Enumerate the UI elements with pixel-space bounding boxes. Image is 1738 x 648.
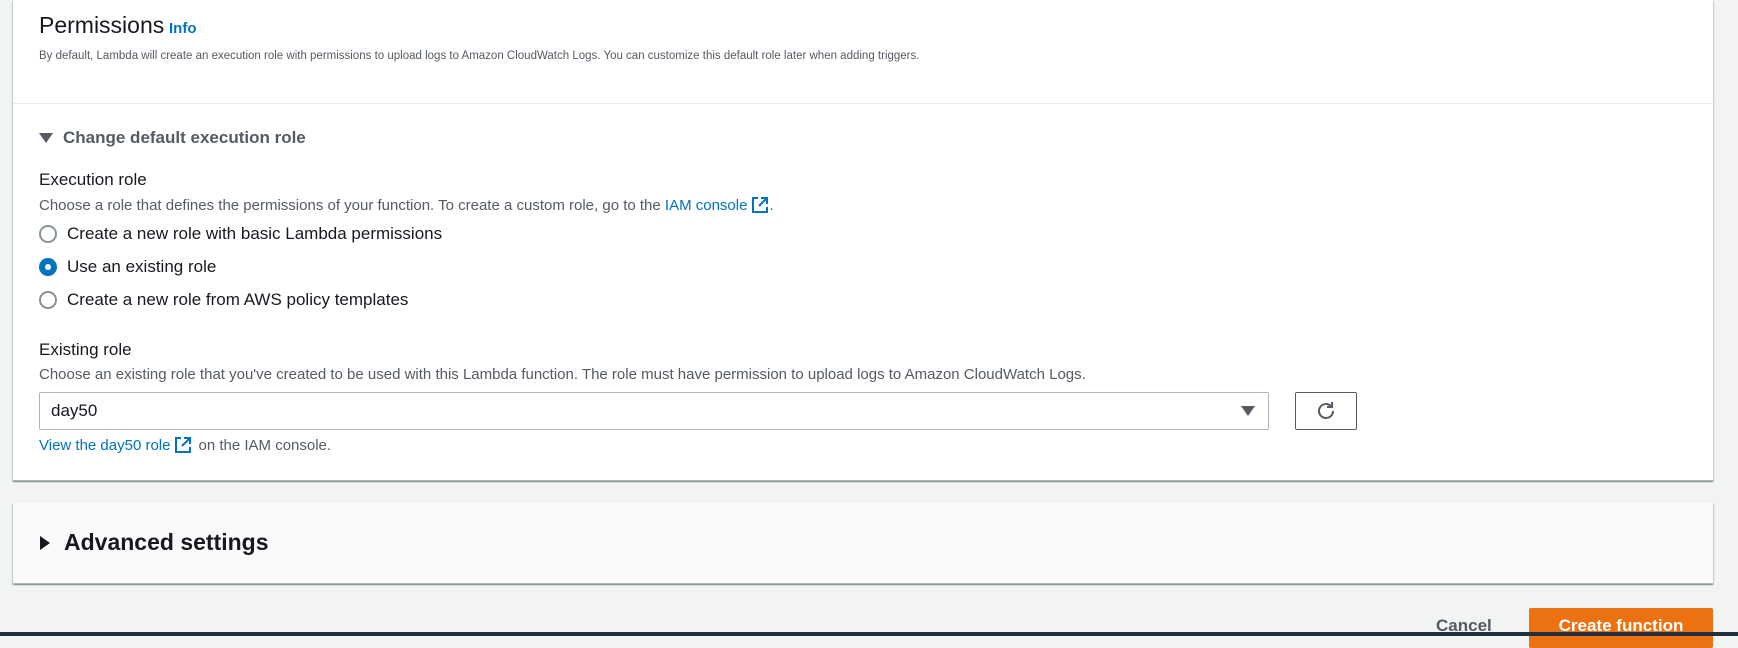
radio-button[interactable] [39,291,57,309]
caret-right-icon [40,535,50,550]
view-role-link-label: View the day50 role [39,436,171,454]
caret-down-icon [1241,406,1255,416]
advanced-settings-expander[interactable]: Advanced settings [40,529,269,556]
radio-button[interactable] [39,225,57,243]
create-function-button[interactable]: Create function [1529,608,1713,648]
refresh-icon [1318,402,1334,419]
external-link-icon [175,437,192,453]
execution-role-description-suffix: . [769,197,774,214]
radio-create-basic-role[interactable]: Create a new role with basic Lambda perm… [39,224,442,244]
view-role-link[interactable]: View the day50 role [39,436,198,454]
radio-label: Create a new role from AWS policy templa… [67,290,409,309]
existing-role-select[interactable]: day50 [39,392,1269,430]
info-link[interactable]: Info [169,20,197,37]
advanced-settings-label: Advanced settings [64,529,269,555]
existing-role-description: Choose an existing role that you've crea… [39,366,1086,383]
bottom-bar [0,632,1738,636]
radio-button-selected[interactable] [39,258,57,276]
execution-role-description: Choose a role that defines the permissio… [39,196,774,214]
radio-use-existing-role[interactable]: Use an existing role [39,257,216,277]
external-link-icon [752,197,769,213]
permissions-description: By default, Lambda will create an execut… [39,50,920,62]
change-default-role-expander[interactable]: Change default execution role [39,128,306,148]
radio-create-from-templates[interactable]: Create a new role from AWS policy templa… [39,290,408,310]
caret-down-icon [39,133,53,143]
view-role-suffix: on the IAM console. [198,436,332,454]
radio-label: Create a new role with basic Lambda perm… [67,224,443,243]
permissions-title: Permissions [39,12,165,38]
refresh-button[interactable] [1295,392,1357,430]
permissions-panel: Permissions Info By default, Lambda will… [13,0,1713,481]
execution-role-description-text: Choose a role that defines the permissio… [39,197,665,214]
existing-role-value: day50 [51,401,98,420]
existing-role-label: Existing role [39,340,132,359]
view-role-line: View the day50 role on the IAM console. [39,436,331,454]
section-divider [13,103,1713,104]
radio-label: Use an existing role [67,257,217,276]
iam-console-link-label: IAM console [664,197,748,214]
iam-console-link[interactable]: IAM console [665,197,770,214]
advanced-settings-panel: Advanced settings [13,503,1713,584]
expander-label: Change default execution role [63,128,306,147]
execution-role-label: Execution role [39,170,147,189]
